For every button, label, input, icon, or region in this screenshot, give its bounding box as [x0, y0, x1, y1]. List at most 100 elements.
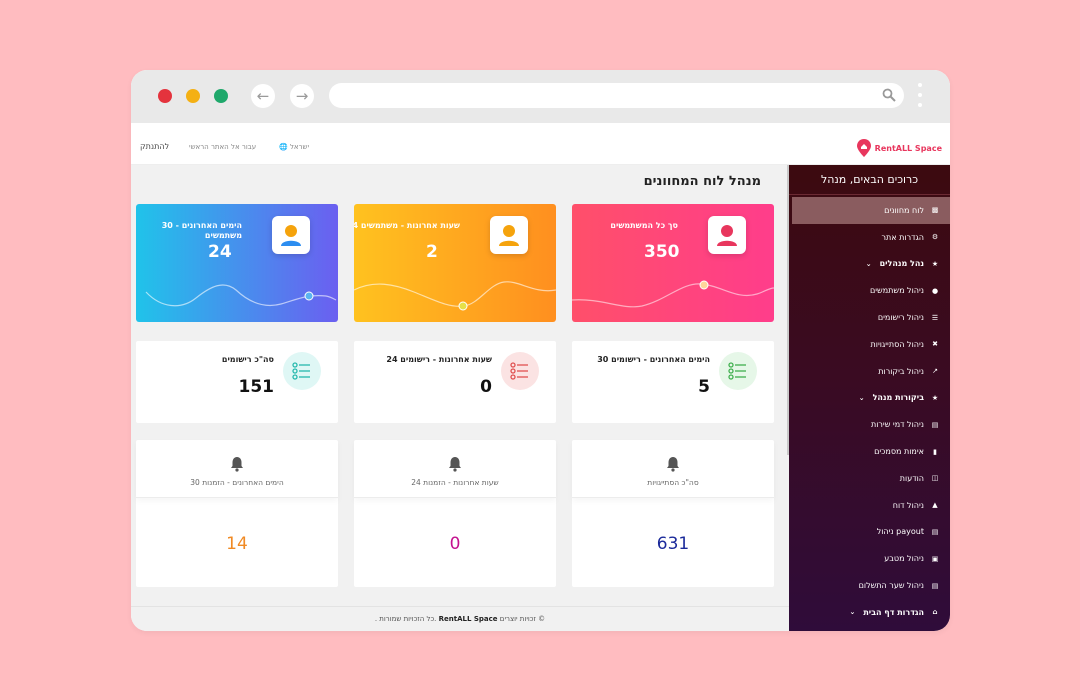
sparkline-wave [572, 280, 774, 308]
card-label: 24 שעות אחרונות - רישומים [386, 355, 492, 364]
sidebar-item-listings[interactable]: ניהול רישומים ☰ [789, 304, 950, 331]
list-icon [501, 352, 539, 390]
sidebar-item-currency[interactable]: ניהול מטבע ▣ [789, 545, 950, 572]
sidebar-item-label: לוח מחוונים [884, 205, 924, 215]
language-label: ישראל [289, 143, 310, 151]
card-header: 30 הימים האחרונים - הזמנות [136, 440, 338, 498]
bell-icon [231, 457, 243, 472]
star-icon: ★ [931, 259, 939, 268]
card-value: 2 [426, 242, 438, 262]
sidebar-item-manage-admins[interactable]: ⌄ נהל מנהלים ★ [789, 251, 950, 278]
sidebar-item-reservations[interactable]: ניהול הסתייגויות ✖ [789, 331, 950, 358]
money-icon: ▣ [931, 554, 939, 563]
sidebar-item-label: ניהול רישומים [877, 313, 924, 323]
sidebar-item-label: ניהול הסתייגויות [870, 339, 924, 349]
user-icon: ● [931, 286, 939, 295]
sidebar-item-reports[interactable]: ניהול דוח ▲ [789, 492, 950, 519]
card-header: 24 שעות אחרונות - הזמנות [354, 440, 556, 498]
users-30d-card: 30 הימים האחרונים - משתמשים 24 [136, 204, 338, 322]
footer-brand: RentALL Space [438, 615, 498, 623]
sidebar-item-document-verification[interactable]: אימות מסמכים ▮ [789, 438, 950, 465]
sidebar-item-site-settings[interactable]: הגדרות אתר ⚙ [789, 224, 950, 251]
lock-icon: ▲ [932, 501, 938, 510]
sidebar-item-admin-reviews[interactable]: ⌄ ביקורות מנהל ★ [789, 385, 950, 412]
brand-name: RentALL Space [874, 143, 942, 153]
list-icon [283, 352, 321, 390]
location-pin-icon [856, 139, 871, 157]
sidebar-item-reviews[interactable]: ניהול ביקורות ↗ [789, 358, 950, 385]
search-icon[interactable] [882, 88, 896, 102]
goto-main-site-link[interactable]: עבור אל האתר הראשי [189, 143, 256, 151]
card-icon: ▤ [931, 527, 939, 536]
card-value: 24 [208, 242, 232, 262]
listings-24h-card: 24 שעות אחרונות - רישומים 0 [354, 341, 556, 423]
cross-icon: ✖ [932, 340, 938, 349]
sidebar-item-service-fees[interactable]: ניהול דמי שירות ▤ [789, 411, 950, 438]
bookings-30d-card: 30 הימים האחרונים - הזמנות 14 [136, 440, 338, 587]
dashboard-main: מנהל לוח המחוונים סך כל המשתמשים 350 24 … [131, 165, 790, 631]
card-label: 30 הימים האחרונים - רישומים [597, 355, 710, 364]
card-label: 30 הימים האחרונים - משתמשים [161, 221, 242, 240]
sidebar-item-label: ביקורות מנהל [872, 393, 924, 403]
chevron-down-icon: ⌄ [865, 259, 872, 268]
app-header: להתנתק עבור אל האתר הראשי 🌐 ישראל RentAL… [131, 123, 950, 165]
file-icon: ▮ [933, 447, 937, 456]
card-label: סה"כ רישומים [221, 355, 274, 364]
card-label: 24 שעות אחרונות - משתמשים [354, 221, 460, 230]
card-label: סה"כ הסתייגויות [647, 478, 699, 487]
sparkline-wave [145, 284, 337, 307]
gear-icon: ⚙ [931, 233, 939, 242]
list-icon: ☰ [931, 313, 939, 322]
footer: . כל הזכויות שמורות. RentALL Space זכויו… [131, 606, 789, 631]
minimize-window-dot[interactable] [186, 89, 200, 103]
card-value: 14 [226, 534, 248, 554]
star-icon: ★ [931, 393, 939, 402]
back-arrow-icon[interactable]: ← [251, 84, 275, 108]
brand-logo[interactable]: RentALL Space [856, 139, 942, 157]
sidebar-item-dashboard[interactable]: לוח מחוונים ▩ [792, 197, 950, 224]
card-icon: ▤ [931, 420, 939, 429]
sidebar-item-label: אימות מסמכים [874, 447, 924, 457]
sidebar-item-users[interactable]: ניהול משתמשים ● [789, 277, 950, 304]
reservations-total-card: סה"כ הסתייגויות 631 [572, 440, 774, 587]
bell-icon [667, 457, 679, 472]
footer-suffix: . כל הזכויות שמורות. [374, 615, 437, 623]
sidebar-item-label: ניהול payout [876, 527, 924, 537]
page-title: מנהל לוח המחוונים [643, 174, 761, 189]
sidebar-item-messages[interactable]: הודעות ◫ [789, 465, 950, 492]
logout-link[interactable]: להתנתק [140, 142, 169, 151]
sidebar-item-payment-gateway[interactable]: ניהול שער התשלום ▤ [789, 572, 950, 599]
sidebar-welcome: כרוכים הבאים, מנהל [789, 165, 950, 195]
users-24h-card: 24 שעות אחרונות - משתמשים 2 [354, 204, 556, 322]
bookings-24h-card: 24 שעות אחרונות - הזמנות 0 [354, 440, 556, 587]
close-window-dot[interactable] [158, 89, 172, 103]
sparkline-wave [354, 281, 556, 311]
card-value: 631 [656, 534, 690, 554]
sidebar-item-label: נהל מנהלים [879, 259, 924, 269]
sidebar-item-payout[interactable]: ניהול payout ▤ [789, 519, 950, 546]
chart-icon: ▩ [931, 206, 939, 215]
sidebar: כרוכים הבאים, מנהל לוח מחוונים ▩ הגדרות … [789, 165, 950, 631]
address-bar[interactable] [329, 83, 904, 108]
sidebar-item-label: ניהול דוח [892, 500, 924, 510]
browser-window: ← → להתנתק עבור אל האתר הראשי 🌐 ישראל Re… [131, 70, 950, 631]
card-value: 5 [698, 377, 710, 397]
card-label: 24 שעות אחרונות - הזמנות [411, 478, 499, 487]
chevron-down-icon: ⌄ [849, 608, 856, 617]
sidebar-item-label: ניהול ביקורות [878, 366, 924, 376]
browser-chrome: ← → [131, 70, 950, 123]
sidebar-item-label: ניהול משתמשים [869, 286, 924, 296]
menu-dots-icon[interactable] [917, 83, 923, 111]
card-icon: ▤ [931, 581, 939, 590]
card-value: 0 [480, 377, 492, 397]
card-value: 151 [238, 377, 275, 397]
card-value: 0 [449, 534, 461, 554]
sidebar-item-label: ניהול שער התשלום [858, 581, 924, 591]
forward-arrow-icon[interactable]: → [290, 84, 314, 108]
trend-icon: ↗ [932, 367, 938, 376]
sidebar-item-homepage-settings[interactable]: ⌄ הגדרות דף הבית ⌂ [789, 599, 950, 626]
chevron-down-icon: ⌄ [858, 393, 865, 402]
home-icon: ⌂ [932, 608, 938, 617]
maximize-window-dot[interactable] [214, 89, 228, 103]
language-selector[interactable]: 🌐 ישראל [279, 143, 309, 151]
